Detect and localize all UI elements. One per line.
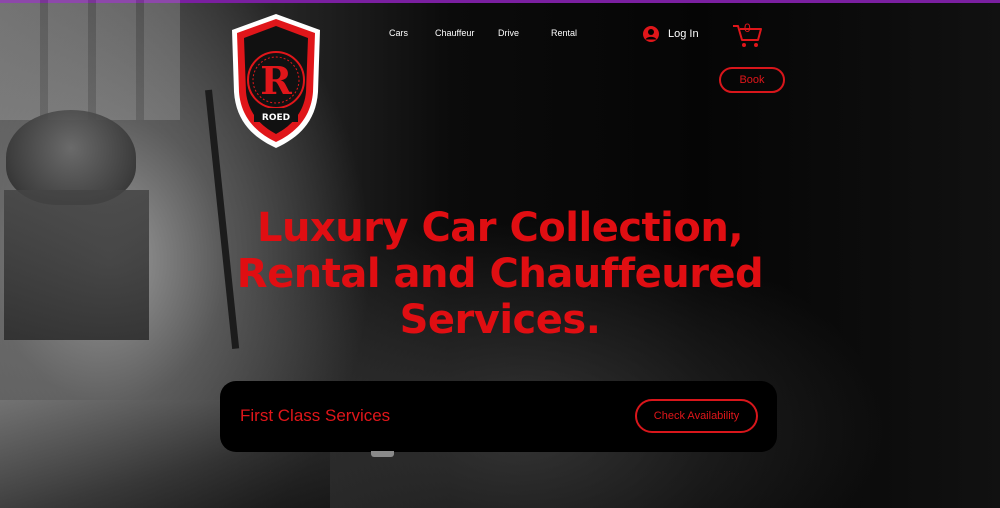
user-circle-icon: [643, 26, 659, 42]
shield-logo-icon: R ROED: [232, 14, 320, 148]
background-building: [0, 0, 180, 120]
nav-item-cars[interactable]: Cars: [389, 28, 408, 38]
nav-item-chauffeur[interactable]: Chauffeur: [435, 28, 474, 38]
slider-indicator[interactable]: [371, 451, 394, 457]
nav-item-rental[interactable]: Rental: [551, 28, 577, 38]
hero-title-line-2: Rental and Chauffeured: [236, 251, 764, 297]
logo-initial: R: [260, 58, 292, 103]
cta-text: First Class Services: [240, 406, 391, 425]
cta-panel: First Class Services Check Availability: [220, 381, 777, 452]
hero-title-line-1: Luxury Car Collection,: [256, 205, 744, 251]
login-label: Log In: [668, 28, 699, 40]
cart-button[interactable]: 0: [732, 20, 764, 50]
check-availability-button[interactable]: Check Availability: [635, 399, 758, 433]
page: R ROED Cars Chauffeur Drive Rental Log I…: [0, 0, 1000, 508]
brand-logo[interactable]: R ROED: [228, 12, 324, 150]
hero-title: Luxury Car Collection, Rental and Chauff…: [200, 205, 800, 343]
nav-item-drive[interactable]: Drive: [498, 28, 519, 38]
cart-count: 0: [744, 21, 751, 35]
logo-text: ROED: [262, 113, 290, 123]
hero-title-line-3: Services.: [399, 297, 601, 343]
login-button[interactable]: Log In: [642, 25, 699, 43]
book-button[interactable]: Book: [719, 67, 785, 93]
background-planter: [4, 190, 149, 340]
